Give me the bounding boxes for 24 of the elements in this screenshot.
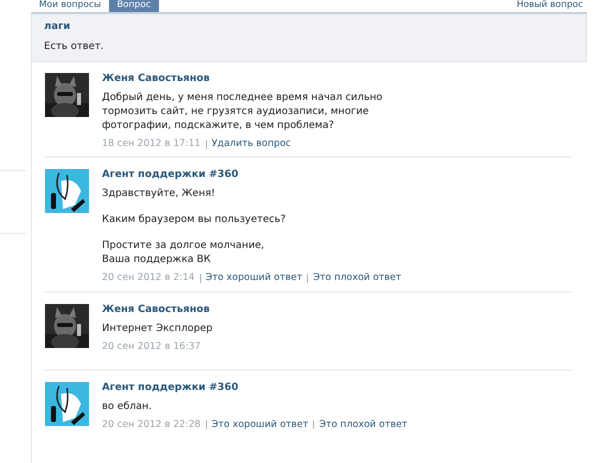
message-date: 20 сен 2012 в 2:14 <box>102 271 195 286</box>
message-date: 20 сен 2012 в 16:37 <box>102 340 201 354</box>
message-text: Добрый день, у меня последнее время начал сильно тормозить сайт, не грузятся аудиозаписи, многие фотографии, подскажите, в чем проблема? <box>102 91 384 133</box>
author-link[interactable]: Женя Савостьянов <box>102 304 422 316</box>
tab[interactable]: Вопрос <box>108 0 159 12</box>
message-text: Здравствуйте, Женя! <box>102 187 216 202</box>
author-link[interactable]: Агент поддержки #360 <box>102 169 422 182</box>
action-link[interactable]: Это хороший ответ <box>206 271 302 286</box>
message-text: Простите за долгое молчание, Ваша поддержка ВК <box>102 239 266 268</box>
action-link[interactable]: Это хороший ответ <box>212 418 308 432</box>
question-title: лаги <box>44 20 72 34</box>
question-status: Есть ответ. <box>44 40 105 54</box>
action-link[interactable]: Это плохой ответ <box>319 418 408 432</box>
new-question-link[interactable]: Новый вопрос <box>512 0 587 12</box>
action-link[interactable]: Это плохой ответ <box>313 271 402 286</box>
message-date: 20 сен 2012 в 22:28 <box>102 418 201 432</box>
author-link[interactable]: Агент поддержки #360 <box>102 382 422 394</box>
action-link[interactable]: Удалить вопрос <box>212 137 291 152</box>
tab[interactable]: Мои вопросы <box>31 0 109 12</box>
message-text: Каким браузером вы пользуетесь? <box>102 213 287 228</box>
message-text: во еблан. <box>102 400 153 414</box>
author-link[interactable]: Женя Савостьянов <box>102 73 422 85</box>
message-text: Интернет Эксплорер <box>102 322 214 336</box>
message-date: 18 сен 2012 в 17:11 <box>102 137 201 151</box>
